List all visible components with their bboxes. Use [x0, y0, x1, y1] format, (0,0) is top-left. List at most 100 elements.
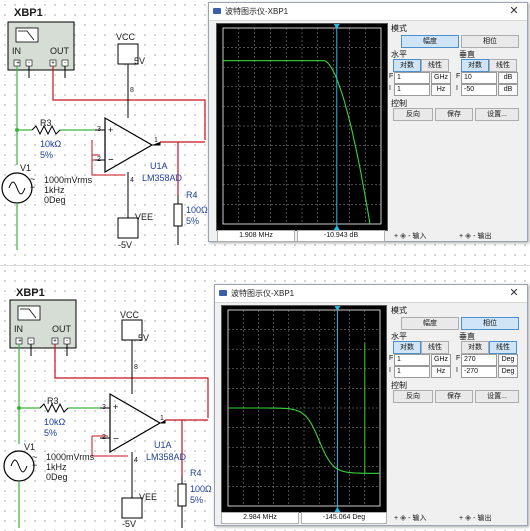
opamp-name: U1A: [150, 161, 168, 171]
v1-amplitude: 1000mVrms: [46, 452, 95, 462]
reverse-button[interactable]: 反向: [393, 108, 433, 121]
bode-display[interactable]: [216, 23, 388, 231]
svg-text:-: -: [28, 61, 30, 67]
v-initial-input[interactable]: -50: [461, 84, 497, 96]
output-plus: +: [459, 515, 464, 522]
h-final-unit[interactable]: GHz: [431, 354, 451, 366]
v-final-input[interactable]: 10: [461, 72, 497, 84]
port-out-label: OUT: [52, 324, 71, 334]
input-label: 输入: [412, 233, 427, 240]
app-icon: [219, 290, 227, 296]
output-terminal[interactable]: + ◈ - 输出: [459, 513, 491, 523]
window-title-bar[interactable]: 波特图示仪-XBP1 ✕: [215, 285, 527, 303]
v1-frequency: 1kHz: [44, 185, 65, 195]
window-title: 波特图示仪-XBP1: [225, 7, 289, 16]
input-label: 输入: [412, 515, 427, 522]
input-minus: -: [408, 515, 411, 522]
input-minus: -: [408, 233, 411, 240]
v-final-label: F: [456, 355, 461, 362]
instrument-label: XBP1: [14, 7, 43, 19]
v1-frequency: 1kHz: [46, 462, 67, 472]
bode-trace: [223, 60, 371, 224]
mode-label: 模式: [391, 24, 407, 33]
input-terminal[interactable]: + ◈ - 输入: [394, 513, 426, 523]
circuit-panel-phase: + - + - + − ~ − XBP1 IN OUT VCC 5V VEE -…: [0, 266, 530, 531]
v-linear-button[interactable]: 线性: [489, 341, 517, 354]
cursor-frequency-readout: 2.984 MHz: [221, 512, 299, 524]
close-button[interactable]: ✕: [501, 285, 527, 302]
pin4-label: 4: [130, 177, 134, 184]
save-button[interactable]: 保存: [435, 390, 473, 403]
r4-name: R4: [190, 468, 202, 478]
phase-button[interactable]: 相位: [461, 35, 519, 48]
svg-text:−: −: [32, 460, 37, 470]
h-log-button[interactable]: 对数: [393, 341, 421, 354]
opamp-part: LM358AD: [146, 452, 187, 462]
port-in-label: IN: [14, 324, 23, 334]
reverse-button[interactable]: 反向: [393, 390, 433, 403]
svg-text:−: −: [113, 434, 119, 445]
svg-text:+: +: [51, 61, 55, 67]
phase-button[interactable]: 相位: [461, 317, 519, 330]
vee-label: VEE: [135, 212, 154, 222]
input-terminal[interactable]: + ◈ - 输入: [394, 231, 426, 241]
h-final-input[interactable]: 1: [394, 354, 430, 366]
settings-button[interactable]: 设置...: [475, 390, 519, 403]
v-initial-input[interactable]: -270: [461, 366, 497, 378]
svg-text:-: -: [64, 61, 66, 67]
h-linear-button[interactable]: 线性: [421, 59, 449, 72]
vee-value: -5V: [122, 519, 137, 529]
h-initial-unit[interactable]: Hz: [431, 84, 451, 96]
settings-button[interactable]: 设置...: [475, 108, 519, 121]
h-initial-unit[interactable]: Hz: [431, 366, 451, 378]
magnitude-plot: [222, 24, 382, 230]
h-final-input[interactable]: 1: [394, 72, 430, 84]
svg-text:+: +: [18, 339, 22, 345]
save-button[interactable]: 保存: [435, 108, 473, 121]
window-title-bar[interactable]: 波特图示仪-XBP1 ✕: [209, 3, 527, 21]
v-final-input[interactable]: 270: [461, 354, 497, 366]
magnitude-button[interactable]: 幅度: [401, 317, 459, 330]
v-log-button[interactable]: 对数: [461, 59, 489, 72]
v-initial-label: I: [456, 85, 458, 92]
bode-display[interactable]: [221, 305, 387, 513]
h-initial-input[interactable]: 1: [394, 366, 430, 378]
pin2-label: 2: [97, 156, 101, 163]
h-initial-label: I: [389, 367, 391, 374]
v-initial-unit[interactable]: dB: [498, 84, 518, 96]
arrow-icon: ◈: [465, 231, 472, 240]
v-log-button[interactable]: 对数: [461, 341, 489, 354]
h-final-unit[interactable]: GHz: [431, 72, 451, 84]
bode-plotter-window[interactable]: 波特图示仪-XBP1 ✕ 1.908 MHz -10.943 dB 模式 幅度 …: [208, 2, 528, 242]
magnitude-button[interactable]: 幅度: [401, 35, 459, 48]
bode-plotter-window[interactable]: 波特图示仪-XBP1 ✕ 2.984 MHz -145.064 Deg 模式 幅…: [214, 284, 528, 526]
v-final-unit[interactable]: Deg: [498, 354, 518, 366]
output-terminal[interactable]: + ◈ - 输出: [459, 231, 491, 241]
pin1-label: 1: [160, 415, 164, 422]
close-button[interactable]: ✕: [501, 3, 527, 20]
r4-tolerance: 5%: [190, 495, 204, 505]
v-final-unit[interactable]: dB: [498, 72, 518, 84]
vcc-value: 5V: [134, 56, 146, 66]
arrow-icon: ◈: [465, 513, 472, 522]
v-linear-button[interactable]: 线性: [489, 59, 517, 72]
pin3-label: 3: [102, 404, 106, 411]
h-linear-button[interactable]: 线性: [421, 341, 449, 354]
r4-tolerance: 5%: [186, 216, 200, 226]
cursor-frequency-readout: 1.908 MHz: [217, 230, 295, 242]
pin1-label: 1: [154, 137, 158, 144]
svg-text:+: +: [113, 402, 118, 412]
cursor-value-readout: -10.943 dB: [297, 230, 385, 242]
h-final-label: F: [389, 355, 394, 362]
h-log-button[interactable]: 对数: [393, 59, 421, 72]
svg-text:+: +: [53, 339, 57, 345]
v1-phase: 0Deg: [44, 195, 66, 205]
vee-label: VEE: [139, 492, 158, 502]
vcc-label: VCC: [116, 32, 136, 42]
r4-name: R4: [186, 190, 198, 200]
pin4-label: 4: [134, 457, 138, 464]
v-initial-unit[interactable]: Deg: [498, 366, 518, 378]
v1-name: V1: [20, 163, 32, 173]
v1-name: V1: [24, 442, 36, 452]
h-initial-input[interactable]: 1: [394, 84, 430, 96]
